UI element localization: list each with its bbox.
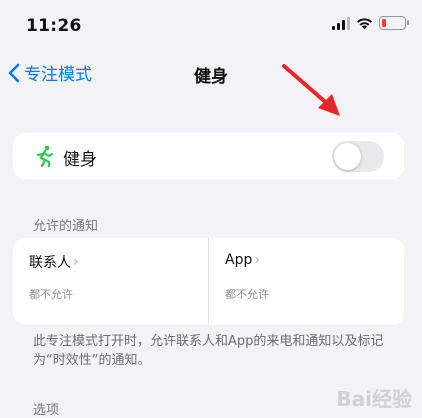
status-icons: [332, 16, 409, 30]
chevron-right-icon: ›: [254, 252, 260, 268]
allowed-notifications-card: 联系人 › 都不允许 App › 都不允许: [13, 238, 404, 325]
battery-icon: [379, 16, 409, 30]
annotation-arrow: [282, 64, 340, 116]
status-time: 11:26: [26, 16, 82, 36]
focus-label: 健身: [63, 150, 97, 170]
people-title: 联系人: [29, 255, 71, 271]
navigation-bar: 专注模式 健身: [0, 56, 422, 92]
watermark-logo: Bai经验: [336, 387, 412, 411]
running-person-icon: [36, 145, 54, 167]
focus-toggle[interactable]: [332, 141, 384, 172]
people-subtitle: 都不允许: [29, 288, 73, 301]
apps-subtitle: 都不允许: [225, 288, 269, 301]
chevron-right-icon: ›: [73, 254, 79, 270]
toggle-knob: [334, 143, 361, 170]
page-title: 健身: [194, 67, 228, 87]
apps-title: App: [225, 252, 253, 268]
footer-description: 此专注模式打开时，允许联系人和App的来电和通知以及标记为“时效性”的通知。: [33, 334, 384, 368]
apps-cell[interactable]: App › 都不允许: [209, 238, 404, 325]
options-header: 选项: [33, 403, 60, 418]
status-bar: 11:26: [0, 0, 422, 48]
signal-icon: [332, 16, 350, 30]
wifi-icon: [357, 17, 372, 29]
focus-toggle-row: 健身: [13, 133, 404, 179]
allowed-notifications-header: 允许的通知: [33, 219, 99, 234]
people-cell[interactable]: 联系人 › 都不允许: [13, 238, 208, 325]
